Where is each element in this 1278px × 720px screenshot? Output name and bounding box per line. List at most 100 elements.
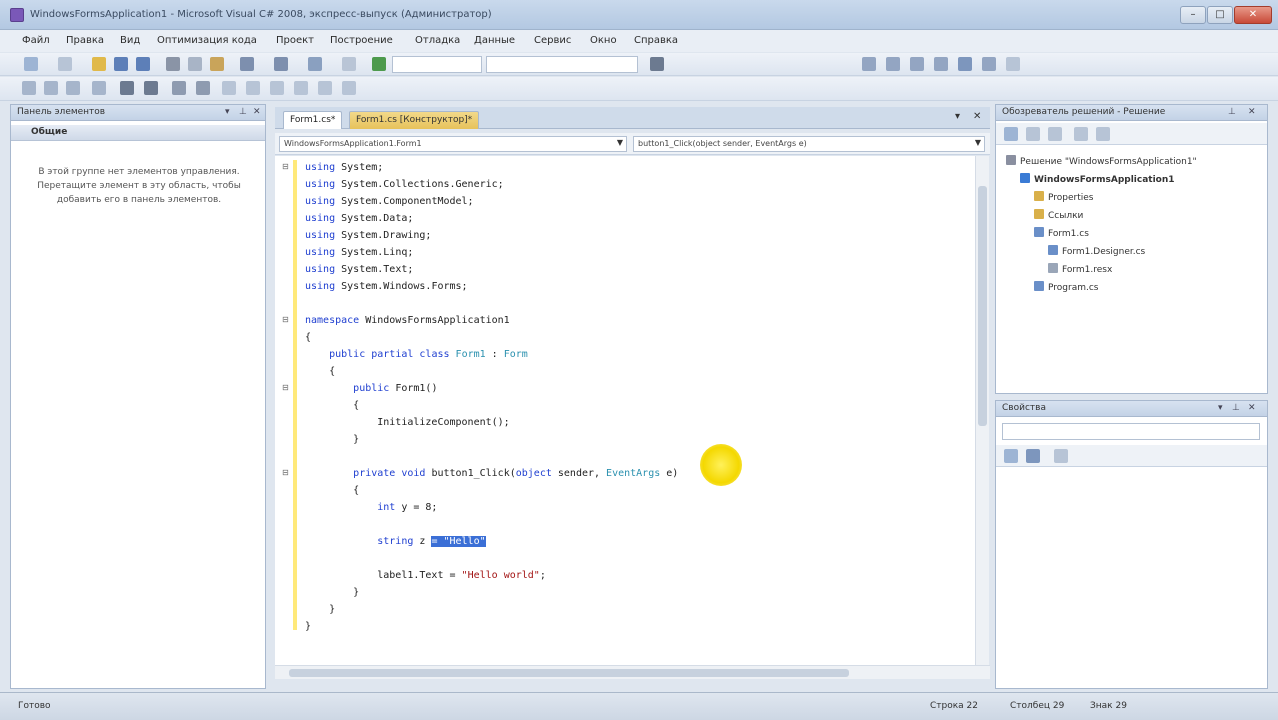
object-browser-icon[interactable] bbox=[910, 57, 924, 71]
menu-edit[interactable]: Правка bbox=[66, 35, 104, 46]
menu-window[interactable]: Окно bbox=[590, 35, 617, 46]
categorized-icon[interactable] bbox=[1004, 449, 1018, 463]
cut-icon[interactable] bbox=[166, 57, 180, 71]
uncomment-icon[interactable] bbox=[196, 81, 210, 95]
vertical-scroll-thumb[interactable] bbox=[978, 186, 987, 426]
undo-icon[interactable] bbox=[240, 57, 254, 71]
menu-help[interactable]: Справка bbox=[634, 35, 678, 46]
add-item-icon[interactable] bbox=[58, 57, 72, 71]
display-members-icon[interactable] bbox=[22, 81, 36, 95]
pin-icon[interactable]: ⊥ bbox=[1228, 107, 1236, 117]
menu-project[interactable]: Проект bbox=[276, 35, 314, 46]
collapse-icon[interactable]: ⊟ bbox=[282, 383, 289, 392]
toolbox-group-general[interactable]: Общие bbox=[11, 125, 265, 141]
pin-icon[interactable]: ⊥ bbox=[239, 107, 247, 117]
tree-item[interactable]: Program.cs bbox=[1034, 281, 1098, 293]
collapse-icon[interactable]: ⊟ bbox=[282, 315, 289, 324]
toolbox-icon[interactable] bbox=[934, 57, 948, 71]
close-panel-icon[interactable]: ✕ bbox=[253, 107, 261, 117]
code-token: } bbox=[305, 434, 360, 445]
alphabetical-icon[interactable] bbox=[1026, 449, 1040, 463]
code-editor[interactable]: ⊟ ⊟ ⊟ ⊟ using System; using System.Collec… bbox=[275, 156, 975, 665]
object-selector[interactable] bbox=[1002, 423, 1260, 440]
tree-item[interactable]: Ссылки bbox=[1034, 209, 1083, 221]
tree-item[interactable]: Properties bbox=[1034, 191, 1093, 203]
tab-form1-code[interactable]: Form1.cs* bbox=[283, 111, 343, 129]
find-combo[interactable] bbox=[486, 56, 638, 73]
bookmark-icon[interactable] bbox=[222, 81, 236, 95]
horizontal-scrollbar[interactable] bbox=[275, 665, 990, 679]
comment-icon[interactable] bbox=[172, 81, 186, 95]
save-icon[interactable] bbox=[114, 57, 128, 71]
find-in-files-icon[interactable] bbox=[650, 57, 664, 71]
configuration-combo[interactable] bbox=[392, 56, 482, 73]
menu-view[interactable]: Вид bbox=[120, 35, 140, 46]
tree-item[interactable]: Form1.resx bbox=[1048, 263, 1112, 275]
tree-item[interactable]: Form1.Designer.cs bbox=[1048, 245, 1145, 257]
menu-tools[interactable]: Сервис bbox=[534, 35, 571, 46]
start-debugging-icon[interactable] bbox=[372, 57, 386, 71]
view-designer-icon[interactable] bbox=[1096, 127, 1110, 141]
start-page-icon[interactable] bbox=[958, 57, 972, 71]
menu-build[interactable]: Построение bbox=[330, 35, 393, 46]
close-tab-icon[interactable]: ✕ bbox=[973, 111, 981, 122]
tree-item[interactable]: WindowsFormsApplication1 bbox=[1020, 173, 1175, 185]
solution-explorer-toolbar bbox=[996, 123, 1267, 145]
view-code-icon[interactable] bbox=[1074, 127, 1088, 141]
minimize-button[interactable]: – bbox=[1180, 6, 1206, 24]
code-token: } bbox=[305, 604, 336, 615]
paste-icon[interactable] bbox=[210, 57, 224, 71]
solution-explorer-icon[interactable] bbox=[862, 57, 876, 71]
refresh-icon[interactable] bbox=[1048, 127, 1062, 141]
clear-bookmarks-icon[interactable] bbox=[342, 81, 356, 95]
close-panel-icon[interactable]: ✕ bbox=[1248, 403, 1256, 413]
menu-refactor[interactable]: Оптимизация кода bbox=[157, 35, 257, 46]
tree-item-label: Program.cs bbox=[1048, 283, 1099, 293]
tree-item[interactable]: Решение "WindowsFormsApplication1" bbox=[1006, 155, 1197, 167]
maximize-button[interactable]: □ bbox=[1207, 6, 1233, 24]
close-button[interactable]: ✕ bbox=[1234, 6, 1272, 24]
menu-file[interactable]: Файл bbox=[22, 35, 50, 46]
properties-icon[interactable] bbox=[1004, 127, 1018, 141]
open-icon[interactable] bbox=[92, 57, 106, 71]
navigate-back-icon[interactable] bbox=[308, 57, 322, 71]
navigate-forward-icon[interactable] bbox=[342, 57, 356, 71]
close-panel-icon[interactable]: ✕ bbox=[1248, 107, 1256, 117]
code-line: } bbox=[305, 587, 359, 598]
collapse-icon[interactable]: ⊟ bbox=[282, 162, 289, 171]
menu-data[interactable]: Данные bbox=[474, 35, 515, 46]
menu-debug[interactable]: Отладка bbox=[415, 35, 460, 46]
tree-item[interactable]: Form1.cs bbox=[1034, 227, 1089, 239]
tab-form1-designer[interactable]: Form1.cs [Конструктор]* bbox=[349, 111, 480, 129]
new-project-icon[interactable] bbox=[24, 57, 38, 71]
options-icon[interactable] bbox=[982, 57, 996, 71]
code-token: using bbox=[305, 281, 336, 292]
property-pages-icon[interactable] bbox=[1054, 449, 1068, 463]
complete-word-icon[interactable] bbox=[92, 81, 106, 95]
tab-list-icon[interactable]: ▾ bbox=[955, 111, 960, 122]
code-token: button1_Click( bbox=[425, 468, 516, 479]
next-bookmark-folder-icon[interactable] bbox=[318, 81, 332, 95]
collapse-icon[interactable]: ⊟ bbox=[282, 468, 289, 477]
parameter-info-icon[interactable] bbox=[44, 81, 58, 95]
member-dropdown[interactable]: button1_Click(object sender, EventArgs e… bbox=[633, 136, 985, 152]
class-dropdown[interactable]: WindowsFormsApplication1.Form1 ▼ bbox=[279, 136, 627, 152]
copy-icon[interactable] bbox=[188, 57, 202, 71]
save-all-icon[interactable] bbox=[136, 57, 150, 71]
code-line: using System.ComponentModel; bbox=[305, 196, 474, 207]
dropdown-icon[interactable]: ▾ bbox=[1218, 403, 1223, 413]
previous-bookmark-icon[interactable] bbox=[246, 81, 260, 95]
prev-bookmark-folder-icon[interactable] bbox=[294, 81, 308, 95]
next-bookmark-icon[interactable] bbox=[270, 81, 284, 95]
dropdown-icon[interactable]: ▾ bbox=[225, 107, 230, 117]
show-all-files-icon[interactable] bbox=[1026, 127, 1040, 141]
vertical-scrollbar[interactable] bbox=[975, 156, 989, 665]
quick-info-icon[interactable] bbox=[66, 81, 80, 95]
pin-icon[interactable]: ⊥ bbox=[1232, 403, 1240, 413]
horizontal-scroll-thumb[interactable] bbox=[289, 669, 849, 677]
toolbar-options-icon[interactable] bbox=[1006, 57, 1020, 71]
redo-icon[interactable] bbox=[274, 57, 288, 71]
decrease-indent-icon[interactable] bbox=[120, 81, 134, 95]
increase-indent-icon[interactable] bbox=[144, 81, 158, 95]
properties-window-icon[interactable] bbox=[886, 57, 900, 71]
